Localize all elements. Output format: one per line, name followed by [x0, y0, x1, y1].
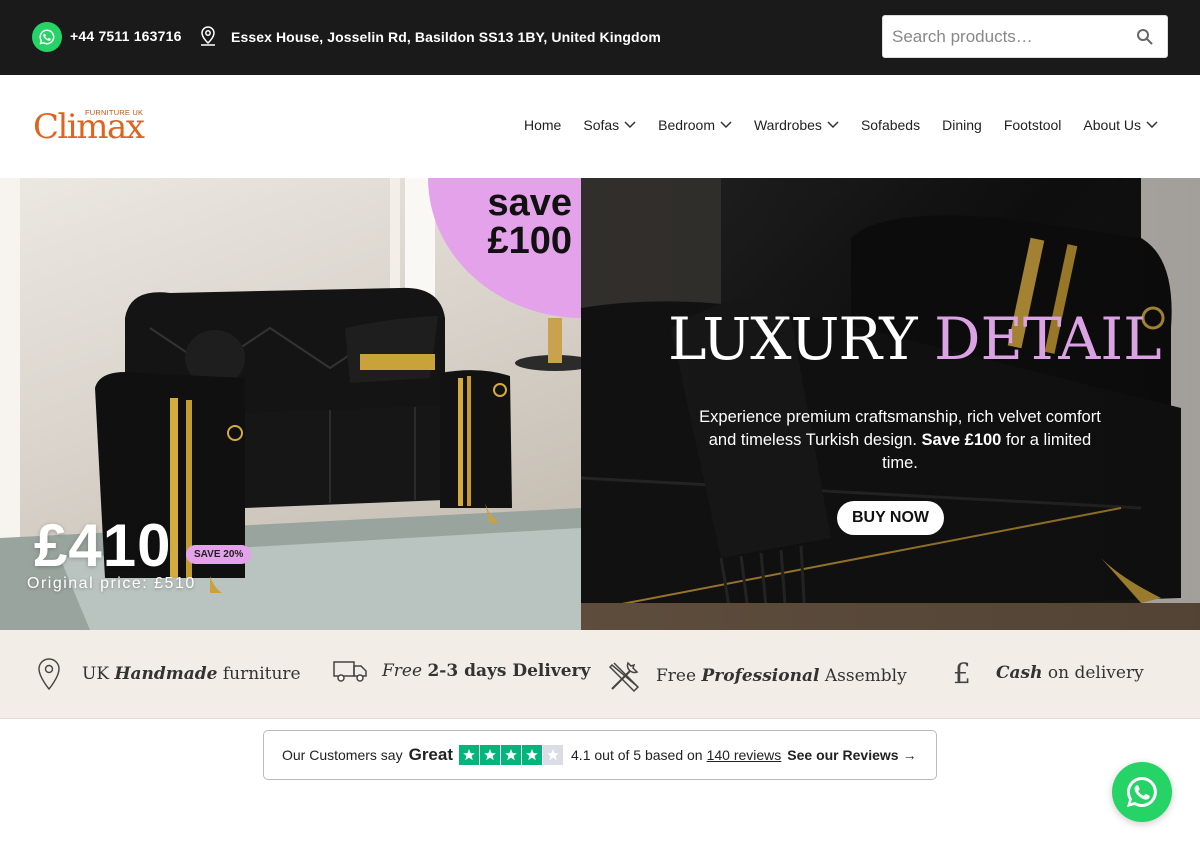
- reviews-count-link[interactable]: 140 reviews: [707, 747, 782, 763]
- nav-dining-label: Dining: [942, 117, 982, 133]
- feature-delivery: Free 2-3 days Delivery: [332, 657, 590, 685]
- feature-assembly-2: Professional: [701, 666, 820, 686]
- see-reviews-link[interactable]: See our Reviews: [787, 747, 898, 763]
- nav-sofabeds[interactable]: Sofabeds: [861, 117, 920, 133]
- truck-icon: [333, 661, 367, 682]
- nav-footstool-label: Footstool: [1003, 117, 1062, 133]
- hero-overlay: [581, 178, 1200, 630]
- logo[interactable]: FURNITURE UK Climax: [33, 108, 148, 148]
- search-box: [882, 15, 1168, 58]
- reviews-prefix: Our Customers say: [282, 747, 403, 763]
- star-icon: [543, 745, 564, 765]
- nav-about-label: About Us: [1083, 117, 1141, 133]
- hero-description: Experience premium craftsmanship, rich v…: [690, 406, 1110, 475]
- location-pin-icon: [198, 25, 218, 54]
- hero-banner[interactable]: save £100 £410 SAVE 20% Original price: …: [0, 178, 1200, 630]
- feature-handmade-1: UK: [82, 664, 110, 684]
- search-icon[interactable]: [1136, 28, 1153, 50]
- features-strip: UK Handmade furniture Free 2-3 days Deli…: [0, 630, 1200, 719]
- sale-price: £410: [34, 512, 172, 579]
- hero-desc-highlight: Save £100: [921, 431, 1002, 449]
- hero-product-panel: save £100 £410 SAVE 20% Original price: …: [0, 178, 581, 630]
- nav-dining[interactable]: Dining: [942, 117, 982, 133]
- star-icon: [501, 745, 522, 765]
- nav-sofas-label: Sofas: [583, 117, 620, 133]
- star-icon: [459, 745, 480, 765]
- trustpilot-widget[interactable]: Our Customers say Great 4.1 out of 5 bas…: [263, 730, 937, 780]
- rating-word: Great: [408, 745, 454, 764]
- chevron-down-icon: [624, 121, 636, 129]
- feature-assembly: Free Professional Assembly: [606, 657, 907, 695]
- pound-icon: £: [953, 657, 971, 689]
- nav-sofas[interactable]: Sofas: [583, 117, 636, 133]
- top-bar: +44 7511 163716 Essex House, Josselin Rd…: [0, 0, 1200, 75]
- whatsapp-icon: [1127, 777, 1157, 807]
- feature-delivery-2: 2-3 days Delivery: [427, 661, 591, 681]
- nav-bedroom[interactable]: Bedroom: [658, 117, 732, 133]
- hero-headline: LUXURY DETAIL: [668, 310, 1162, 368]
- nav-wardrobes-label: Wardrobes: [753, 117, 822, 133]
- location-pin-icon: [38, 658, 60, 691]
- chevron-down-icon: [827, 121, 839, 129]
- nav-sofabeds-label: Sofabeds: [860, 117, 921, 133]
- feature-assembly-3: Assembly: [824, 666, 907, 686]
- whatsapp-chat-button[interactable]: [1112, 762, 1172, 822]
- nav-about[interactable]: About Us: [1083, 117, 1158, 133]
- chevron-down-icon: [1146, 121, 1158, 129]
- feature-handmade-3: furniture: [222, 664, 301, 684]
- reviews-score: 4.1 out of 5 based on: [571, 747, 703, 763]
- hero-headline-part1: LUXURY: [668, 305, 918, 373]
- store-address: Essex House, Josselin Rd, Basildon SS13 …: [231, 29, 661, 45]
- whatsapp-icon[interactable]: [32, 22, 62, 52]
- search-input[interactable]: [883, 16, 1123, 57]
- feature-cash: £ Cash on delivery: [950, 657, 1144, 689]
- buy-now-button[interactable]: BUY NOW: [837, 501, 944, 535]
- save-word: save: [487, 182, 572, 224]
- original-price: Original price: £510: [27, 575, 196, 592]
- feature-delivery-1: Free: [382, 661, 423, 681]
- discount-badge: SAVE 20%: [186, 545, 252, 564]
- nav-home[interactable]: Home: [524, 117, 561, 133]
- arrow-icon: →: [902, 747, 917, 763]
- hero-headline-part2: DETAIL: [934, 305, 1162, 373]
- site-header: FURNITURE UK Climax Home Sofas Bedroom W…: [0, 75, 1200, 178]
- main-nav: Home Sofas Bedroom Wardrobes Sofabeds Di…: [502, 117, 1158, 133]
- nav-footstool[interactable]: Footstool: [1004, 117, 1062, 133]
- nav-bedroom-label: Bedroom: [658, 117, 715, 133]
- tools-icon: [608, 661, 640, 693]
- feature-handmade-2: Handmade: [114, 664, 218, 684]
- chevron-down-icon: [720, 121, 732, 129]
- nav-wardrobes[interactable]: Wardrobes: [754, 117, 839, 133]
- svg-text:£: £: [953, 657, 971, 689]
- nav-home-label: Home: [524, 117, 562, 133]
- star-icon: [480, 745, 501, 765]
- hero-promo-panel: [581, 178, 1200, 630]
- logo-wordmark: Climax: [33, 107, 145, 147]
- star-rating: [459, 745, 564, 765]
- feature-assembly-1: Free: [656, 666, 697, 686]
- feature-handmade: UK Handmade furniture: [36, 657, 301, 691]
- save-callout: save £100: [462, 184, 572, 260]
- feature-cash-2: on delivery: [1047, 663, 1144, 683]
- feature-cash-1: Cash: [996, 663, 1043, 683]
- save-amount: £100: [487, 220, 572, 262]
- phone-number[interactable]: +44 7511 163716: [70, 28, 182, 44]
- star-icon: [522, 745, 543, 765]
